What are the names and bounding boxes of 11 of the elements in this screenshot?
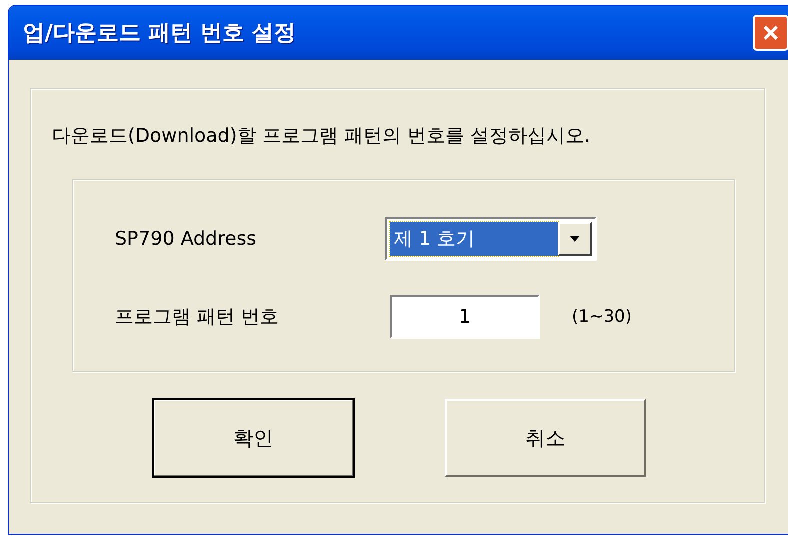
close-button[interactable] [753,15,788,51]
range-hint: (1~30) [572,307,632,327]
cancel-button[interactable]: 취소 [445,399,646,477]
address-dropdown[interactable]: 제 1 호기 [385,217,597,261]
window-title: 업/다운로드 패턴 번호 설정 [23,20,298,48]
field-label: SP790 Address [115,228,258,250]
pattern-number-field[interactable]: 1 [390,295,540,339]
instruction-text: 다운로드(Download)할 프로그램 패턴의 번호를 설정하십시오. [52,124,592,149]
close-icon [761,23,781,43]
field-label: 프로그램 패턴 번호 [115,305,280,330]
ok-button[interactable]: 확인 [153,399,354,477]
